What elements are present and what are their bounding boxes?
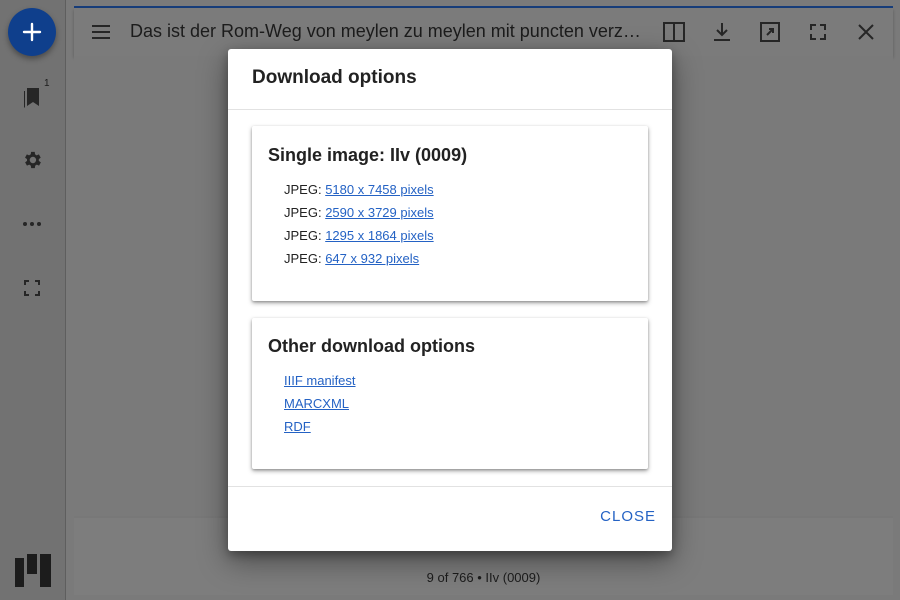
other-options-heading: Other download options — [268, 336, 475, 356]
download-row: JPEG: 1295 x 1864 pixels — [284, 228, 434, 243]
jpeg-download-link[interactable]: 1295 x 1864 pixels — [325, 228, 433, 243]
single-image-card: Single image: IIv (0009) JPEG: 5180 x 74… — [252, 126, 648, 301]
download-row: JPEG: 2590 x 3729 pixels — [284, 205, 434, 220]
window-fullscreen-button[interactable] — [806, 20, 830, 44]
left-rail: 1 — [0, 0, 66, 600]
close-icon — [858, 24, 874, 40]
rdf-link[interactable]: RDF — [284, 419, 311, 434]
download-icon — [714, 23, 730, 41]
logo-icon — [15, 554, 51, 587]
more-horizontal-icon — [23, 222, 41, 226]
close-dialog-button[interactable]: CLOSE — [600, 508, 656, 525]
bookmark-icon — [24, 88, 39, 108]
gear-icon — [25, 151, 41, 169]
download-row: JPEG: 647 x 932 pixels — [284, 251, 420, 266]
close-window-button[interactable] — [854, 20, 878, 44]
settings-button[interactable] — [20, 148, 44, 172]
jpeg-download-link[interactable]: 2590 x 3729 pixels — [325, 205, 433, 220]
bookmarks-count-badge: 1 — [44, 78, 50, 89]
bookmarks-button[interactable] — [20, 84, 44, 108]
split-view-button[interactable] — [662, 20, 686, 44]
jpeg-download-link[interactable]: 5180 x 7458 pixels — [325, 182, 433, 197]
fullscreen-icon — [24, 280, 40, 296]
dialog-divider-bottom — [228, 486, 672, 487]
download-row: JPEG: 5180 x 7458 pixels — [284, 182, 434, 197]
zoom-fit-icon — [760, 22, 780, 42]
window-menu-button[interactable] — [90, 20, 112, 49]
zoom-to-fit-button[interactable] — [758, 20, 782, 44]
split-view-icon — [663, 22, 685, 42]
page-info: 9 of 766 • IIv (0009) — [426, 570, 541, 585]
more-options-button[interactable] — [20, 212, 44, 236]
jpeg-download-link[interactable]: 647 x 932 pixels — [325, 251, 419, 266]
other-options-card: Other download options IIIF manifest MAR… — [252, 318, 648, 469]
single-image-heading: Single image: IIv (0009) — [268, 145, 468, 165]
add-resource-button[interactable] — [8, 8, 56, 56]
logo — [15, 554, 51, 587]
dialog-title: Download options — [252, 67, 417, 88]
download-dialog: Download options Single image: IIv (0009… — [228, 49, 672, 551]
download-button[interactable] — [710, 20, 734, 44]
dialog-divider-top — [228, 109, 672, 110]
window-title: Das ist der Rom-Weg von meylen zu meylen… — [130, 21, 650, 41]
marcxml-link[interactable]: MARCXML — [284, 396, 349, 411]
fullscreen-button[interactable] — [20, 276, 44, 300]
menu-icon — [92, 25, 110, 39]
plus-icon — [22, 22, 42, 42]
iiif-manifest-link[interactable]: IIIF manifest — [284, 373, 356, 388]
fullscreen-toggle-icon — [810, 24, 826, 40]
